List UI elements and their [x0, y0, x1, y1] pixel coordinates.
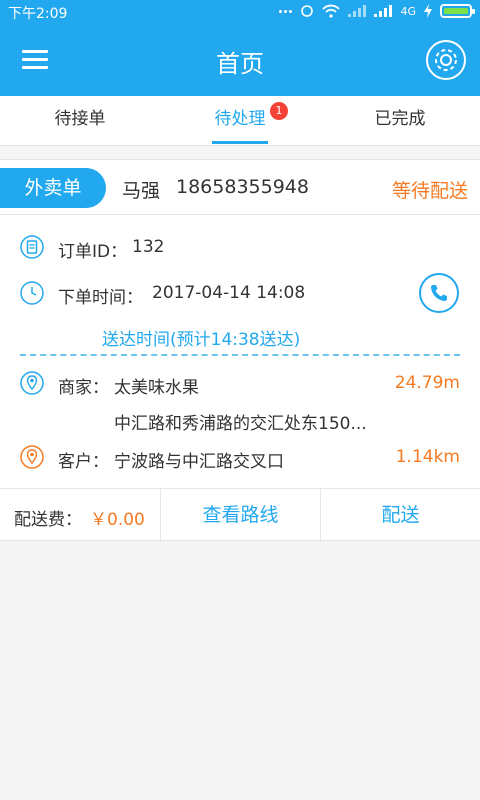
- phone-icon: [431, 285, 447, 301]
- merchant-address: 中汇路和秀浦路的交汇处东150...: [114, 414, 367, 434]
- settings-icon: [435, 49, 457, 71]
- order-card-body: 订单ID： 132 下单时间： 2017-04-14 14:08 送达时间(预计…: [0, 215, 480, 489]
- customer-location-icon: [20, 445, 44, 469]
- tab-label: 待处理: [214, 109, 266, 129]
- delivery-eta: 送达时间(预计14:38送达): [102, 330, 301, 350]
- app-header: 首页: [0, 24, 480, 96]
- deliver-button[interactable]: 配送: [320, 489, 480, 541]
- merchant-name: 太美味水果: [114, 378, 199, 398]
- alarm-icon: [301, 5, 314, 17]
- order-doc-icon: [20, 235, 44, 259]
- customer-distance: 1.14km: [395, 447, 460, 467]
- tab-label: 已完成: [374, 109, 426, 129]
- more-dots-icon: [279, 9, 293, 13]
- status-icons: 4G: [279, 4, 475, 18]
- customer-name: 马强: [122, 180, 161, 202]
- tab-label: 待接单: [54, 109, 106, 129]
- order-time-label: 下单时间：: [58, 288, 143, 308]
- delivery-fee-label: 配送费：: [14, 510, 82, 530]
- dashed-divider: [20, 354, 460, 356]
- customer-address: 宁波路与中汇路交叉口: [114, 452, 284, 472]
- battery-icon: [440, 4, 475, 18]
- order-id-label: 订单ID：: [58, 242, 128, 262]
- customer-phone: 18658355948: [176, 176, 309, 198]
- tab-pending-accept[interactable]: 待接单: [0, 96, 160, 146]
- tab-count-badge: 1: [270, 102, 288, 120]
- signal-icon: [348, 5, 367, 17]
- order-status: 等待配送: [391, 180, 468, 202]
- charging-icon: [424, 4, 432, 18]
- tab-completed[interactable]: 已完成: [320, 96, 480, 146]
- status-time: 下午2:09: [8, 6, 68, 22]
- signal-icon-2: [374, 5, 393, 17]
- order-card-footer: 配送费： ￥0.00 查看路线 配送: [0, 489, 480, 541]
- clock-icon: [20, 281, 44, 305]
- delivery-fee-value: ￥0.00: [90, 510, 145, 530]
- merchant-label: 商家：: [58, 378, 109, 398]
- customer-label: 客户：: [58, 452, 109, 472]
- status-bar: 下午2:09 4G: [0, 0, 480, 24]
- order-id-value: 132: [132, 237, 165, 257]
- order-type-tag: 外卖单: [0, 168, 106, 208]
- order-time-value: 2017-04-14 14:08: [152, 283, 306, 303]
- network-type: 4G: [400, 4, 416, 18]
- merchant-distance: 24.79m: [394, 373, 460, 393]
- view-route-button[interactable]: 查看路线: [160, 489, 320, 541]
- merchant-location-icon: [20, 371, 44, 395]
- wifi-icon: [322, 4, 341, 18]
- tab-pending-process[interactable]: 待处理 1: [160, 96, 320, 146]
- settings-button[interactable]: [426, 40, 466, 80]
- page-title: 首页: [216, 50, 264, 78]
- call-button[interactable]: [419, 273, 459, 313]
- tab-underline: [212, 141, 268, 144]
- order-tabs: 待接单 待处理 1 已完成: [0, 96, 480, 146]
- order-card-header: 外卖单 马强 18658355948 等待配送: [0, 159, 480, 215]
